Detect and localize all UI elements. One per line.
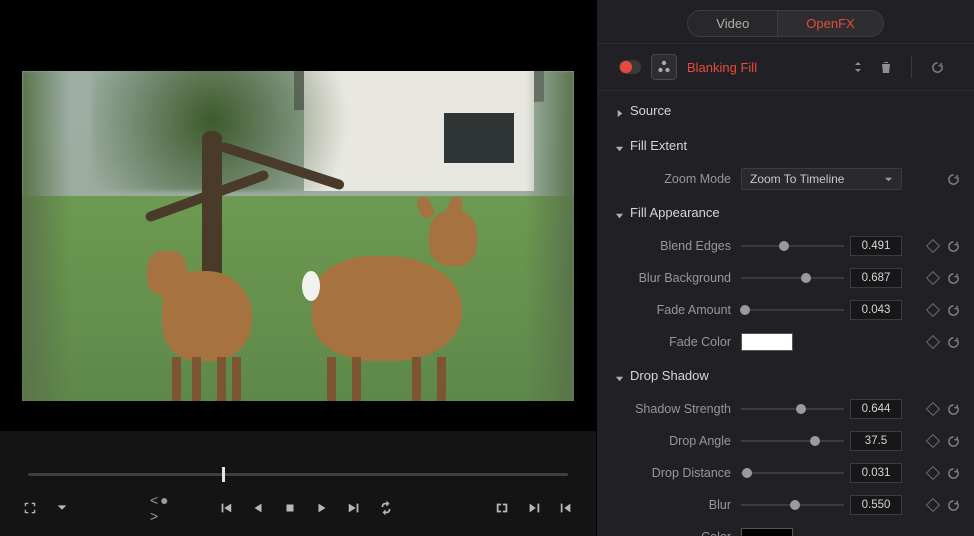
effect-plugin-icon[interactable] [651,54,677,80]
first-frame-icon[interactable] [214,496,238,520]
section-source[interactable]: Source [605,93,966,128]
shadow-blur-value[interactable]: 0.550 [850,495,902,515]
mark-in-icon[interactable]: < ● > [150,496,174,520]
crop-icon[interactable] [18,496,42,520]
shadow-strength-keyframe[interactable] [926,402,940,416]
shadow-blur-slider[interactable] [741,495,844,515]
preview-area [0,0,596,431]
zoom-mode-select[interactable]: Zoom To Timeline [741,168,902,190]
timeline-scrubber[interactable] [0,431,596,482]
section-fill-appearance-label: Fill Appearance [630,205,720,220]
fade-amount-value[interactable]: 0.043 [850,300,902,320]
drop-distance-reset-icon[interactable] [946,466,960,480]
shadow-strength-label: Shadow Strength [605,402,741,416]
shadow-color-swatch[interactable] [741,528,793,536]
chevron-down-icon [615,208,624,217]
chevron-down-icon[interactable] [50,496,74,520]
section-drop-shadow-label: Drop Shadow [630,368,709,383]
fade-amount-reset-icon[interactable] [946,303,960,317]
blur-background-reset-icon[interactable] [946,271,960,285]
section-fill-extent-label: Fill Extent [630,138,687,153]
shadow-blur-reset-icon[interactable] [946,498,960,512]
fade-color-swatch[interactable] [741,333,793,351]
stop-icon[interactable] [278,496,302,520]
blend-edges-label: Blend Edges [605,239,741,253]
chevron-right-icon [615,106,624,115]
prev-clip-icon[interactable] [554,496,578,520]
inspector-tabs: Video OpenFX [597,0,974,43]
blur-background-slider[interactable] [741,268,844,288]
blend-edges-reset-icon[interactable] [946,239,960,253]
section-source-label: Source [630,103,671,118]
zoom-mode-label: Zoom Mode [605,172,741,186]
zoom-mode-reset-icon[interactable] [946,172,960,186]
chevron-down-icon [615,371,624,380]
play-reverse-icon[interactable] [246,496,270,520]
section-fill-extent[interactable]: Fill Extent [605,128,966,163]
drop-angle-keyframe[interactable] [926,434,940,448]
shadow-color-label: Color [605,530,741,536]
transport-bar: < ● > [0,482,596,536]
loop-icon[interactable] [374,496,398,520]
fade-color-reset-icon[interactable] [946,335,960,349]
reset-all-icon[interactable] [930,60,944,74]
drop-distance-value[interactable]: 0.031 [850,463,902,483]
shadow-strength-value[interactable]: 0.644 [850,399,902,419]
fade-amount-label: Fade Amount [605,303,741,317]
effect-name: Blanking Fill [687,60,841,75]
drop-angle-slider[interactable] [741,431,844,451]
drop-angle-label: Drop Angle [605,434,741,448]
next-clip-icon[interactable] [522,496,546,520]
blend-edges-slider[interactable] [741,236,844,256]
fade-amount-keyframe[interactable] [926,303,940,317]
effect-enable-toggle[interactable] [619,60,641,74]
shadow-strength-reset-icon[interactable] [946,402,960,416]
trash-icon[interactable] [879,60,893,74]
fade-amount-slider[interactable] [741,300,844,320]
playhead[interactable] [222,467,225,482]
shadow-blur-label: Blur [605,498,741,512]
blur-background-value[interactable]: 0.687 [850,268,902,288]
drop-distance-slider[interactable] [741,463,844,483]
section-drop-shadow[interactable]: Drop Shadow [605,358,966,393]
viewer-pane: < ● > [0,0,596,536]
fade-color-keyframe[interactable] [926,335,940,349]
match-frame-icon[interactable] [490,496,514,520]
shadow-blur-keyframe[interactable] [926,498,940,512]
blend-edges-value[interactable]: 0.491 [850,236,902,256]
section-fill-appearance[interactable]: Fill Appearance [605,195,966,230]
tab-video[interactable]: Video [687,10,778,37]
blur-background-keyframe[interactable] [926,271,940,285]
effect-header: Blanking Fill [597,43,974,91]
shadow-strength-slider[interactable] [741,399,844,419]
blend-edges-keyframe[interactable] [926,239,940,253]
drop-angle-value[interactable]: 37.5 [850,431,902,451]
blur-background-label: Blur Background [605,271,741,285]
drop-distance-label: Drop Distance [605,466,741,480]
last-frame-icon[interactable] [342,496,366,520]
chevron-down-icon [615,141,624,150]
preview-canvas[interactable] [22,71,574,401]
drop-distance-keyframe[interactable] [926,466,940,480]
expand-icon[interactable] [851,60,865,74]
play-icon[interactable] [310,496,334,520]
fade-color-label: Fade Color [605,335,741,349]
inspector-panel: Video OpenFX Blanking Fill Source [596,0,974,536]
zoom-mode-value: Zoom To Timeline [750,172,844,186]
tab-openfx[interactable]: OpenFX [778,10,883,37]
drop-angle-reset-icon[interactable] [946,434,960,448]
